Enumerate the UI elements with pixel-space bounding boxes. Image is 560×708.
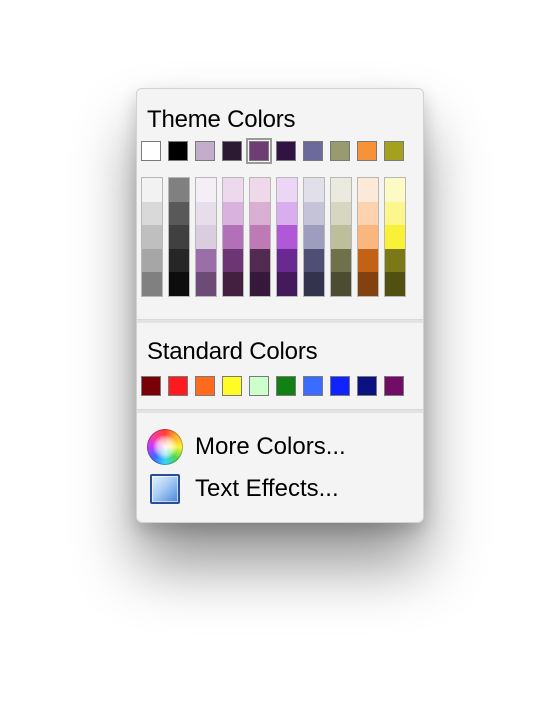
theme-shade-column [249, 177, 271, 297]
theme-shade-swatch[interactable] [142, 178, 162, 202]
theme-shade-swatch[interactable] [277, 272, 297, 296]
theme-shade-swatch[interactable] [223, 225, 243, 249]
theme-shade-swatch[interactable] [223, 178, 243, 202]
theme-shade-swatch[interactable] [277, 225, 297, 249]
more-colors-label: More Colors... [195, 433, 346, 460]
color-picker-popup: Theme Colors Standard Colors More Colors… [136, 88, 424, 523]
theme-color-swatch[interactable] [330, 141, 350, 161]
theme-shade-swatch[interactable] [277, 178, 297, 202]
theme-shade-swatch[interactable] [196, 201, 216, 226]
theme-shade-swatch[interactable] [358, 201, 378, 226]
standard-color-swatch[interactable] [249, 376, 269, 396]
theme-shade-swatch[interactable] [331, 178, 351, 202]
theme-shade-swatch[interactable] [196, 272, 216, 296]
theme-shade-swatch[interactable] [358, 272, 378, 296]
theme-shade-swatch[interactable] [223, 248, 243, 273]
theme-shade-swatch[interactable] [385, 201, 405, 226]
theme-color-swatch[interactable] [168, 141, 188, 161]
theme-shade-column [141, 177, 163, 297]
theme-shade-swatch[interactable] [169, 201, 189, 226]
theme-shade-swatch[interactable] [223, 201, 243, 226]
theme-shade-swatch[interactable] [385, 225, 405, 249]
theme-shade-swatch[interactable] [250, 248, 270, 273]
theme-shade-swatch[interactable] [304, 272, 324, 296]
standard-color-swatch[interactable] [141, 376, 161, 396]
theme-shade-column [303, 177, 325, 297]
color-wheel-icon [147, 429, 183, 465]
theme-shade-swatch[interactable] [196, 248, 216, 273]
divider [137, 409, 423, 413]
standard-color-swatch[interactable] [384, 376, 404, 396]
theme-shade-swatch[interactable] [250, 178, 270, 202]
more-colors-menu-item[interactable]: More Colors... [147, 429, 346, 465]
theme-shade-swatch[interactable] [250, 201, 270, 226]
theme-shade-grid [141, 177, 411, 297]
theme-shade-swatch[interactable] [331, 201, 351, 226]
standard-color-swatch[interactable] [330, 376, 350, 396]
theme-shade-swatch[interactable] [142, 272, 162, 296]
divider [137, 319, 423, 323]
standard-color-swatch[interactable] [222, 376, 242, 396]
text-effects-icon [150, 474, 180, 504]
theme-color-row [141, 138, 411, 164]
standard-color-swatch[interactable] [276, 376, 296, 396]
theme-color-swatch[interactable] [141, 141, 161, 161]
theme-color-swatch[interactable] [195, 141, 215, 161]
theme-shade-swatch[interactable] [304, 248, 324, 273]
theme-shade-column [330, 177, 352, 297]
theme-shade-swatch[interactable] [196, 225, 216, 249]
standard-color-swatch[interactable] [195, 376, 215, 396]
theme-shade-swatch[interactable] [142, 201, 162, 226]
theme-colors-title: Theme Colors [147, 106, 296, 133]
theme-shade-column [222, 177, 244, 297]
theme-shade-swatch[interactable] [304, 225, 324, 249]
theme-shade-column [168, 177, 190, 297]
theme-shade-swatch[interactable] [250, 272, 270, 296]
theme-shade-swatch[interactable] [331, 225, 351, 249]
theme-shade-swatch[interactable] [169, 248, 189, 273]
text-effects-menu-item[interactable]: Text Effects... [147, 474, 339, 504]
theme-color-swatch[interactable] [276, 141, 296, 161]
theme-shade-swatch[interactable] [358, 248, 378, 273]
theme-shade-swatch[interactable] [169, 272, 189, 296]
theme-shade-swatch[interactable] [196, 178, 216, 202]
standard-color-swatch[interactable] [357, 376, 377, 396]
standard-colors-title: Standard Colors [147, 338, 318, 365]
theme-shade-swatch[interactable] [250, 225, 270, 249]
theme-shade-swatch[interactable] [304, 201, 324, 226]
theme-shade-swatch[interactable] [304, 178, 324, 202]
text-effects-label: Text Effects... [195, 475, 339, 502]
standard-color-swatch[interactable] [303, 376, 323, 396]
theme-shade-swatch[interactable] [331, 248, 351, 273]
theme-shade-column [276, 177, 298, 297]
theme-color-swatch[interactable] [246, 138, 272, 164]
theme-shade-swatch[interactable] [169, 178, 189, 202]
theme-shade-swatch[interactable] [142, 225, 162, 249]
theme-color-swatch[interactable] [222, 141, 242, 161]
theme-shade-column [357, 177, 379, 297]
theme-shade-swatch[interactable] [358, 225, 378, 249]
theme-color-swatch[interactable] [303, 141, 323, 161]
theme-shade-swatch[interactable] [223, 272, 243, 296]
theme-shade-swatch[interactable] [385, 178, 405, 202]
standard-color-swatch[interactable] [168, 376, 188, 396]
theme-shade-swatch[interactable] [142, 248, 162, 273]
theme-shade-swatch[interactable] [385, 272, 405, 296]
theme-shade-column [195, 177, 217, 297]
theme-color-swatch[interactable] [357, 141, 377, 161]
theme-shade-swatch[interactable] [385, 248, 405, 273]
theme-shade-swatch[interactable] [358, 178, 378, 202]
theme-color-swatch[interactable] [384, 141, 404, 161]
theme-shade-column [384, 177, 406, 297]
theme-shade-swatch[interactable] [277, 248, 297, 273]
theme-shade-swatch[interactable] [169, 225, 189, 249]
theme-shade-swatch[interactable] [331, 272, 351, 296]
standard-color-row [141, 376, 411, 396]
theme-shade-swatch[interactable] [277, 201, 297, 226]
